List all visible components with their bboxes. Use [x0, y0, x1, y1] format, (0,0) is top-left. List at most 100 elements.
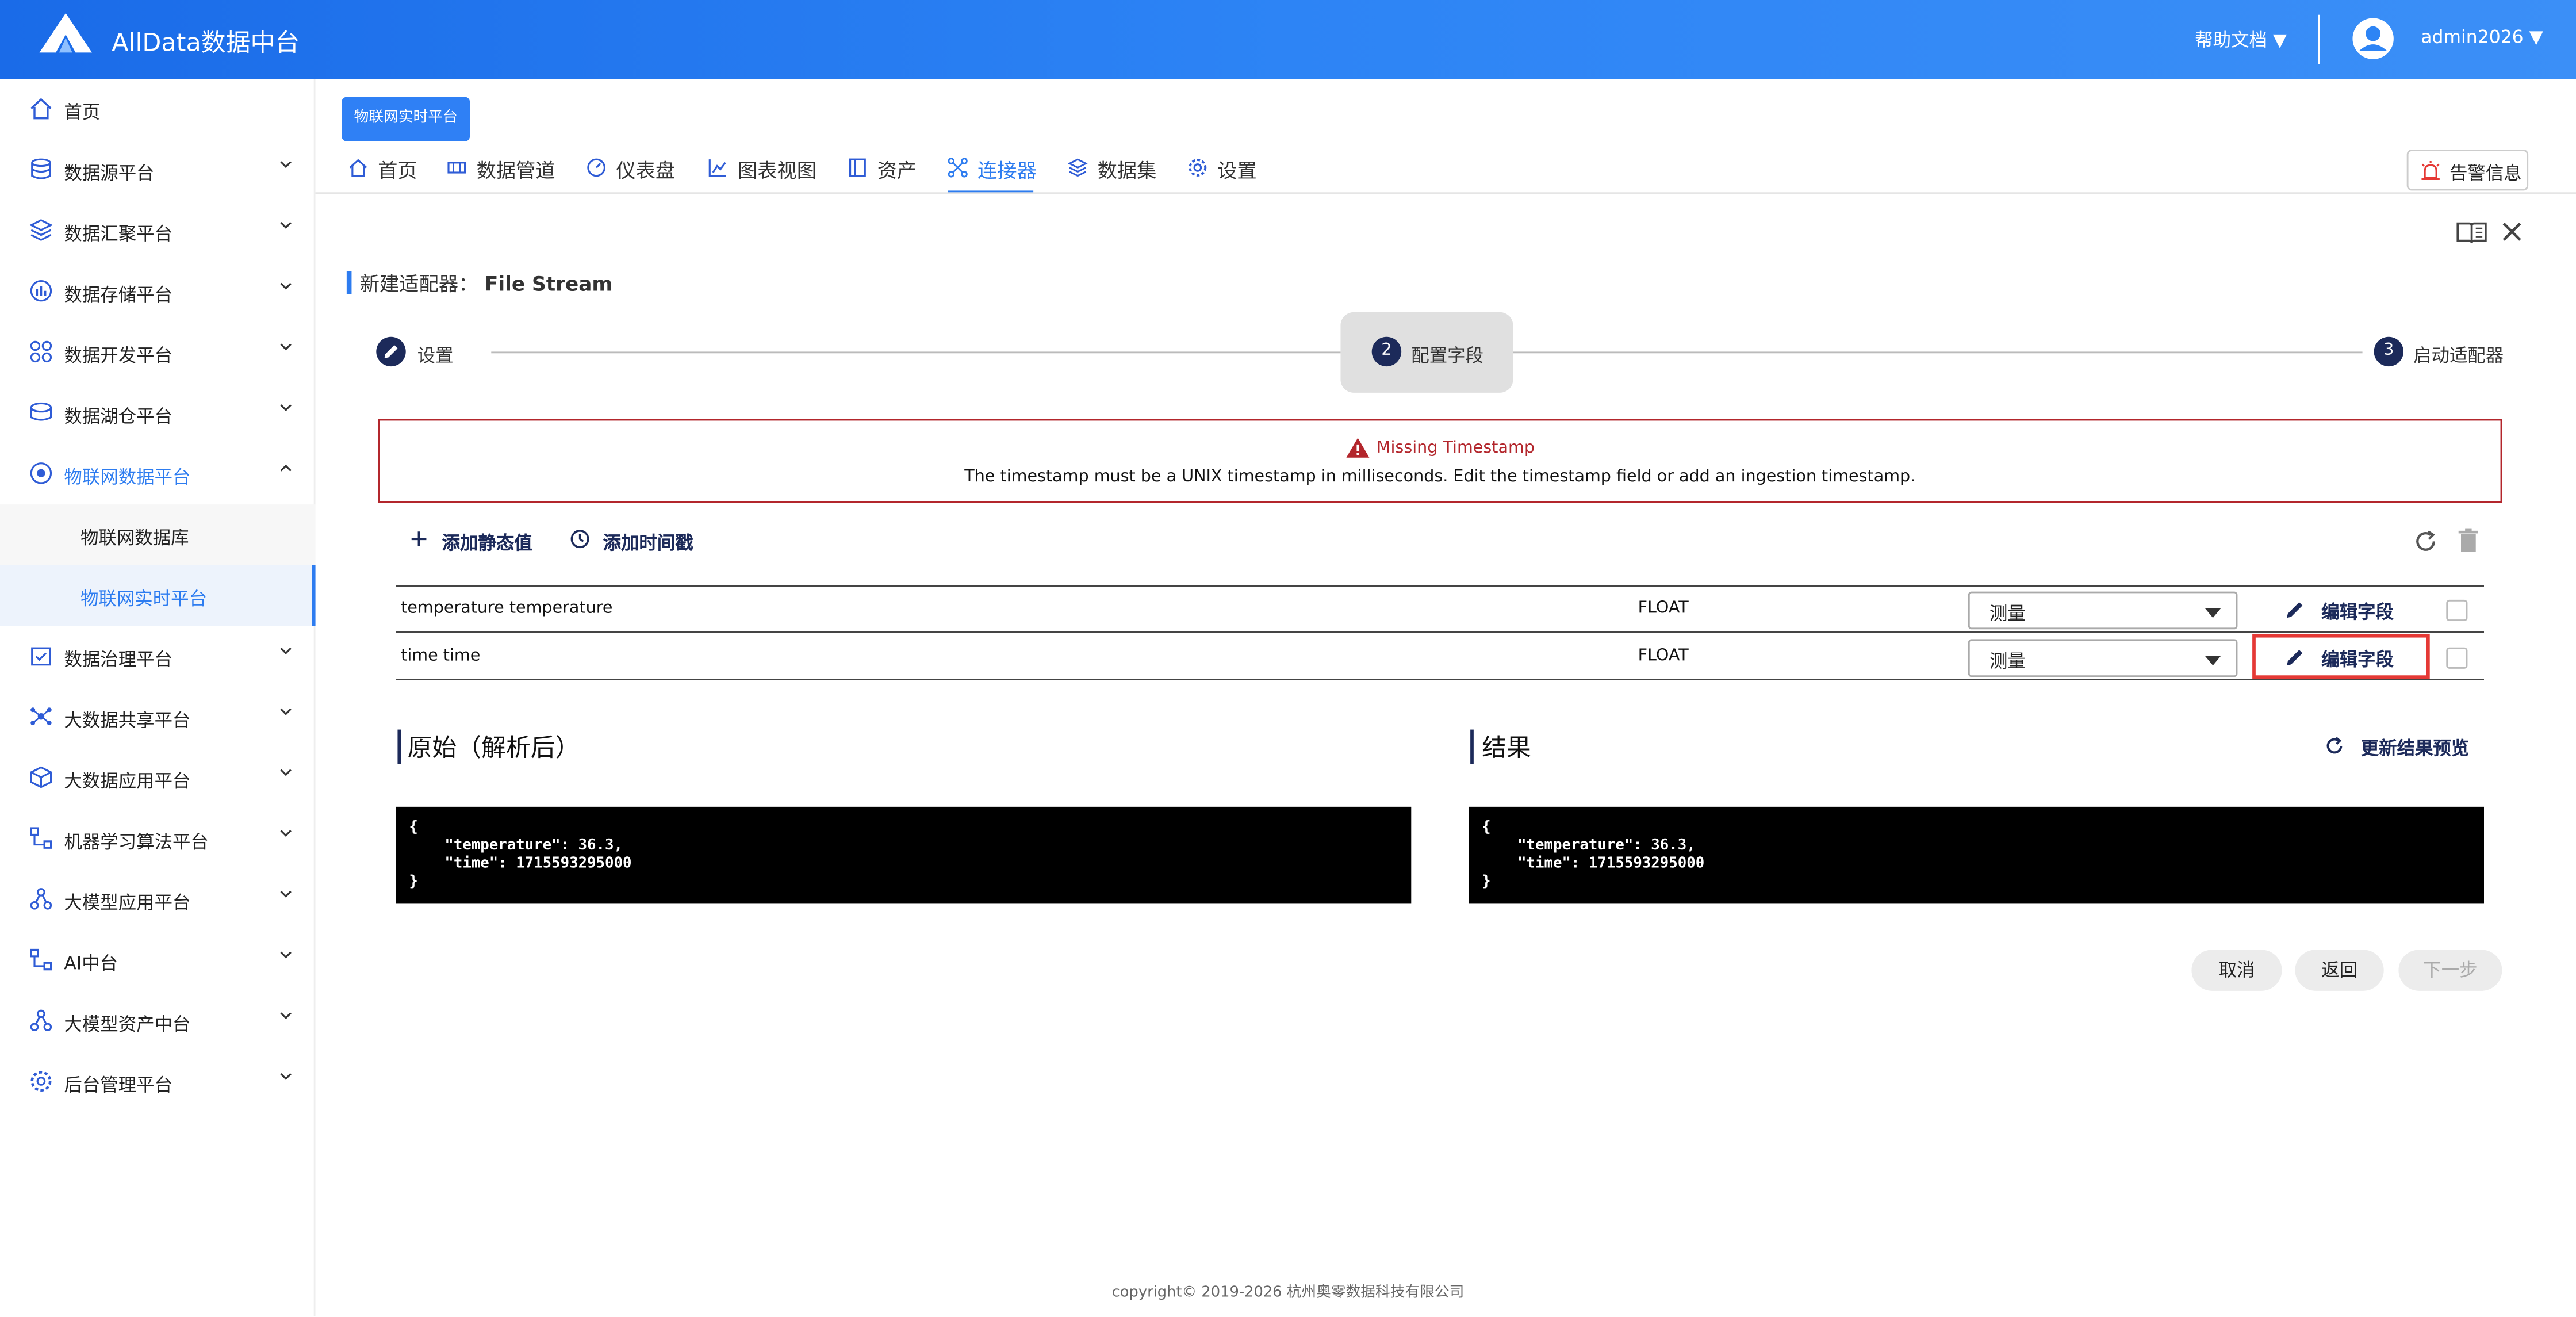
chevron-down-icon — [280, 951, 292, 959]
alarm-button[interactable]: 告警信息 — [2406, 150, 2529, 191]
alert-message: The timestamp must be a UNIX timestamp i… — [964, 468, 1916, 487]
row-checkbox[interactable] — [2446, 647, 2468, 669]
field-role-select[interactable]: 测量 — [1968, 639, 2238, 677]
avatar-icon[interactable] — [2351, 17, 2395, 61]
tab-chart-view[interactable]: 图表视图 — [708, 155, 823, 194]
trash-icon[interactable] — [2458, 527, 2479, 554]
raw-json-preview: { "temperature": 36.3, "time": 171559329… — [396, 806, 1412, 904]
logo-icon — [39, 13, 92, 53]
flow-icon — [30, 948, 52, 971]
step-3-label: 启动适配器 — [2413, 345, 2504, 367]
sidebar-item-home[interactable]: 首页 — [0, 79, 316, 140]
pencil-icon — [2287, 602, 2303, 618]
sidebar-item-iot-realtime[interactable]: 物联网实时平台 — [0, 565, 316, 626]
storage-chart-icon — [30, 280, 52, 302]
chevron-down-icon — [280, 343, 292, 351]
sidebar-item-lakehouse[interactable]: 数据湖仓平台 — [0, 383, 316, 444]
header-divider — [2318, 14, 2320, 64]
book-icon[interactable] — [2456, 220, 2487, 245]
caret-down-icon — [2205, 656, 2221, 666]
refresh-icon — [2326, 737, 2343, 754]
cube-icon — [30, 766, 52, 788]
tab-assets[interactable]: 资产 — [848, 155, 920, 194]
field-type: FLOAT — [1638, 647, 1689, 666]
missing-timestamp-alert: Missing Timestamp The timestamp must be … — [378, 419, 2502, 503]
step-1-done-icon[interactable] — [376, 336, 406, 367]
sidebar-item-llm-assets[interactable]: 大模型资产中台 — [0, 991, 316, 1052]
sidebar-item-development[interactable]: 数据开发平台 — [0, 322, 316, 383]
database-icon — [31, 158, 51, 179]
alarm-icon — [2421, 160, 2440, 180]
step-connector-line — [491, 351, 1341, 354]
app-title: AllData数据中台 — [112, 28, 300, 58]
raw-section-title: 原始（解析后） — [407, 733, 580, 763]
tab-settings[interactable]: 设置 — [1188, 155, 1260, 194]
dashboard-icon — [587, 158, 606, 177]
footer-copyright: copyright© 2019-2026 杭州奥零数据科技有限公司 — [1111, 1285, 1465, 1301]
tab-dashboard[interactable]: 仪表盘 — [586, 155, 682, 194]
step-2-label: 配置字段 — [1411, 345, 1483, 367]
chevron-down-icon — [280, 890, 292, 898]
tab-dataset[interactable]: 数据集 — [1068, 155, 1160, 194]
close-icon[interactable] — [2501, 220, 2524, 243]
tab-connector[interactable]: 连接器 — [948, 155, 1037, 194]
step-3-number[interactable]: 3 — [2374, 336, 2404, 367]
warning-icon — [1346, 438, 1369, 458]
caret-down-icon — [2205, 608, 2221, 618]
sidebar-item-storage[interactable]: 数据存储平台 — [0, 261, 316, 322]
raw-accent-bar — [397, 729, 401, 764]
chevron-down-icon — [280, 222, 292, 229]
lakehouse-icon — [30, 402, 52, 421]
chevron-down-icon — [280, 161, 292, 169]
sidebar-item-datasource[interactable]: 数据源平台 — [0, 140, 316, 201]
sidebar-item-iot-database[interactable]: 物联网数据库 — [0, 504, 316, 565]
pencil-icon — [384, 345, 398, 358]
step-1-label: 设置 — [417, 345, 454, 367]
molecule-icon — [30, 1009, 52, 1032]
refresh-icon[interactable] — [2413, 529, 2438, 554]
sidebar-item-governance[interactable]: 数据治理平台 — [0, 626, 316, 687]
field-role-select[interactable]: 测量 — [1968, 591, 2238, 630]
chevron-down-icon — [280, 282, 292, 290]
table-row: time time FLOAT 测量 编辑字段 — [396, 634, 2484, 680]
chevron-down-icon — [280, 708, 292, 715]
grid-circles-icon — [30, 340, 52, 363]
tab-pipeline[interactable]: 数据管道 — [447, 155, 562, 194]
flow-icon — [30, 827, 52, 849]
tabs-divider — [315, 192, 2576, 194]
help-docs-menu[interactable]: 帮助文档 ▼ — [2195, 26, 2287, 53]
pipeline-icon — [447, 162, 466, 174]
sidebar-item-ml[interactable]: 机器学习算法平台 — [0, 809, 316, 870]
row-checkbox[interactable] — [2446, 599, 2468, 621]
result-accent-bar — [1470, 729, 1474, 764]
plus-icon — [411, 531, 427, 547]
highlight-box — [2252, 634, 2430, 679]
asset-icon — [849, 158, 866, 177]
home-icon — [349, 159, 367, 177]
table-row: temperature temperature FLOAT 测量 编辑字段 — [396, 587, 2484, 633]
iot-icon — [30, 462, 52, 484]
sidebar-item-ai[interactable]: AI中台 — [0, 930, 316, 991]
user-menu[interactable]: admin2026 ▼ — [2421, 26, 2543, 48]
sidebar-item-sharing[interactable]: 大数据共享平台 — [0, 687, 316, 748]
sidebar-item-aggregation[interactable]: 数据汇聚平台 — [0, 201, 316, 262]
sidebar-item-llm-app[interactable]: 大模型应用平台 — [0, 869, 316, 930]
adapter-name: File Stream — [484, 273, 613, 296]
result-section-title: 结果 — [1482, 733, 1531, 763]
sidebar-item-iot[interactable]: 物联网数据平台 — [0, 443, 316, 504]
chevron-down-icon — [280, 1073, 292, 1080]
dataset-icon — [1068, 158, 1088, 177]
field-type: FLOAT — [1638, 599, 1689, 618]
chevron-down-icon — [280, 1012, 292, 1020]
sidebar-item-application[interactable]: 大数据应用平台 — [0, 748, 316, 809]
calendar-check-icon — [31, 647, 51, 666]
settings-icon — [1189, 158, 1207, 177]
breadcrumb-tag[interactable]: 物联网实时平台 — [342, 97, 470, 141]
tab-home[interactable]: 首页 — [348, 155, 421, 194]
cancel-button[interactable]: 取消 — [2191, 950, 2282, 991]
step-2-number[interactable]: 2 — [1371, 336, 1402, 367]
sidebar-item-admin[interactable]: 后台管理平台 — [0, 1052, 316, 1113]
molecule-icon — [30, 888, 52, 910]
next-button[interactable]: 下一步 — [2398, 950, 2502, 991]
back-button[interactable]: 返回 — [2295, 950, 2384, 991]
